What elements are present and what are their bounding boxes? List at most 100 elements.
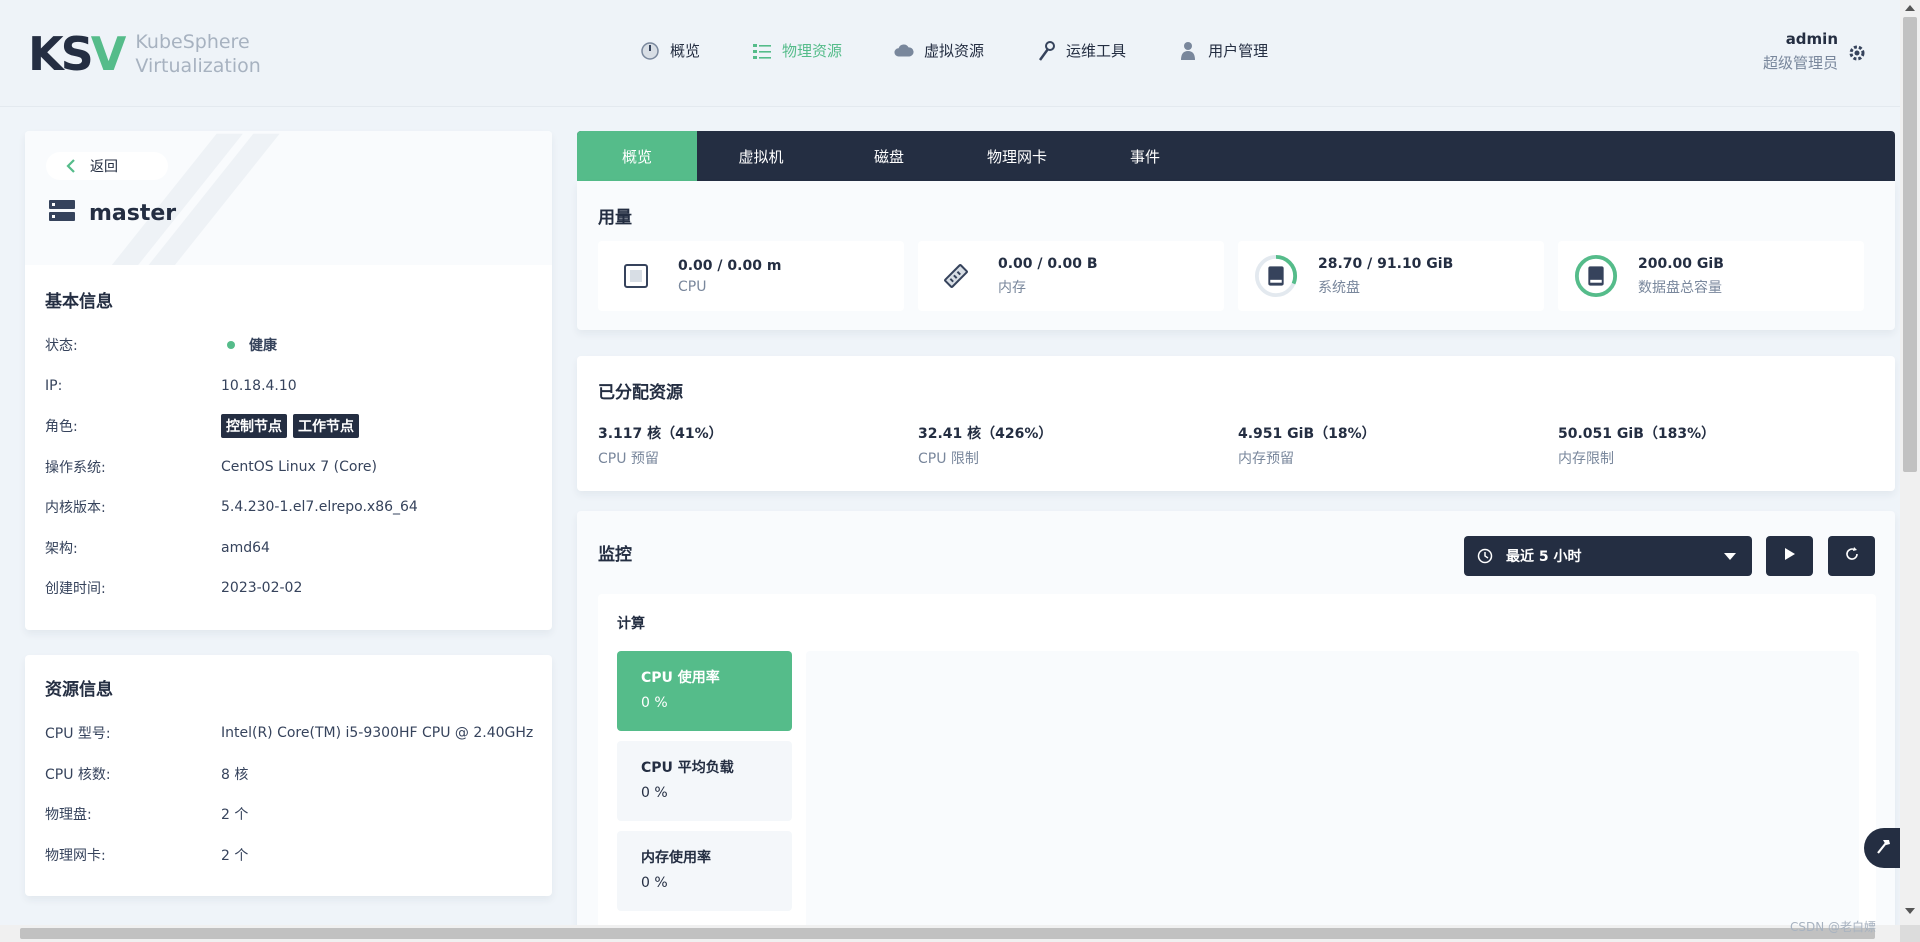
info-row-cpu-cores: CPU 核数: 8 核 xyxy=(45,754,533,795)
dashboard-icon xyxy=(640,41,660,61)
tab-events[interactable]: 事件 xyxy=(1081,131,1209,181)
metric-memory-usage[interactable]: 内存使用率 0 % xyxy=(617,831,792,911)
created-label: 创建时间: xyxy=(45,581,106,598)
usage-value-data-disk: 200.00 GiB xyxy=(1638,255,1724,272)
info-row-nics: 物理网卡: 2 个 xyxy=(45,835,533,876)
info-row-created: 创建时间: 2023-02-02 xyxy=(45,568,418,609)
tab-nics[interactable]: 物理网卡 xyxy=(953,131,1081,181)
tab-disks[interactable]: 磁盘 xyxy=(825,131,953,181)
metric-title-memory-usage: 内存使用率 xyxy=(641,850,711,866)
host-hero: ⁄⁄ 返回 master xyxy=(25,131,552,265)
metric-value-cpu-usage: 0 % xyxy=(641,695,668,711)
metric-value-memory-usage: 0 % xyxy=(641,875,668,891)
play-icon xyxy=(1784,547,1796,565)
usage-item-memory: 0.00 / 0.00 B 内存 xyxy=(918,241,1224,311)
clock-icon xyxy=(1476,547,1494,565)
chevron-left-icon xyxy=(60,155,82,177)
background-watermark: ⁄⁄ xyxy=(145,131,219,265)
nav-item-ops-tools[interactable]: 运维工具 xyxy=(1036,40,1126,61)
top-header: KSV KubeSphere Virtualization 概览 物理资源 虚拟… xyxy=(0,0,1900,107)
wrench-icon xyxy=(1036,40,1056,61)
back-button[interactable]: 返回 xyxy=(46,152,168,180)
list-icon xyxy=(752,41,772,61)
status-dot xyxy=(227,341,235,350)
horizontal-scroll-thumb[interactable] xyxy=(20,928,1875,939)
status-value: 健康 xyxy=(249,338,277,355)
refresh-icon xyxy=(1844,546,1860,566)
refresh-button[interactable] xyxy=(1828,536,1875,576)
usage-label-data-disk: 数据盘总容量 xyxy=(1638,279,1722,296)
basic-info-title: 基本信息 xyxy=(45,292,113,312)
user-name: admin xyxy=(1785,30,1838,48)
play-button[interactable] xyxy=(1766,536,1813,576)
vertical-scrollbar[interactable] xyxy=(1900,0,1920,925)
alloc-value-memory-request: 4.951 GiB（18%） xyxy=(1238,426,1376,442)
alloc-item-cpu-request: 3.117 核（41%） CPU 预留 xyxy=(598,423,918,468)
nav-item-overview[interactable]: 概览 xyxy=(640,40,700,61)
vertical-scroll-thumb[interactable] xyxy=(1903,17,1917,472)
tab-vms[interactable]: 虚拟机 xyxy=(697,131,825,181)
logo[interactable]: KSV KubeSphere Virtualization xyxy=(28,30,261,78)
cloud-icon xyxy=(894,41,914,61)
info-row-arch: 架构: amd64 xyxy=(45,528,418,569)
cpu-cores-value: 8 核 xyxy=(221,766,249,783)
logo-mark: KSV xyxy=(28,27,126,81)
ip-value: 10.18.4.10 xyxy=(221,377,297,394)
metric-cpu-load[interactable]: CPU 平均负载 0 % xyxy=(617,741,792,821)
usage-card: 用量 0.00 / 0.00 m CPU 0.00 / 0.00 B 内存 28… xyxy=(577,181,1895,330)
nav-item-user-management[interactable]: 用户管理 xyxy=(1178,40,1268,61)
gear-icon[interactable] xyxy=(1846,42,1868,64)
back-label: 返回 xyxy=(90,159,118,175)
info-row-ip: IP: 10.18.4.10 xyxy=(45,366,418,407)
alloc-value-memory-limit: 50.051 GiB（183%） xyxy=(1558,426,1716,442)
tab-overview[interactable]: 概览 xyxy=(577,131,697,181)
scroll-down-arrow[interactable] xyxy=(1905,908,1915,914)
disks-value: 2 个 xyxy=(221,807,249,824)
alloc-label-cpu-limit: CPU 限制 xyxy=(918,451,979,467)
server-icon xyxy=(49,199,75,227)
horizontal-scrollbar[interactable] xyxy=(0,925,1900,942)
data-disk-gauge-icon xyxy=(1574,254,1618,298)
nav-item-physical-resources[interactable]: 物理资源 xyxy=(752,40,842,61)
time-range-select[interactable]: 最近 5 小时 xyxy=(1464,536,1752,576)
metric-cpu-usage[interactable]: CPU 使用率 0 % xyxy=(617,651,792,731)
nav-label-overview: 概览 xyxy=(670,42,701,60)
allocated-card: 已分配资源 3.117 核（41%） CPU 预留 32.41 核（426%） … xyxy=(577,356,1895,491)
host-title: master xyxy=(49,199,176,227)
alloc-value-cpu-limit: 32.41 核（426%） xyxy=(918,426,1053,442)
usage-item-data-disk: 200.00 GiB 数据盘总容量 xyxy=(1558,241,1864,311)
usage-item-system-disk: 28.70 / 91.10 GiB 系统盘 xyxy=(1238,241,1544,311)
scroll-up-arrow[interactable] xyxy=(1905,5,1915,11)
cpu-icon xyxy=(614,254,658,298)
usage-title: 用量 xyxy=(598,208,632,228)
cpu-model-label: CPU 型号: xyxy=(45,726,111,743)
usage-value-system-disk: 28.70 / 91.10 GiB xyxy=(1318,255,1454,272)
toolbox-button[interactable] xyxy=(1864,828,1904,868)
info-row-role: 角色: 控制节点 工作节点 xyxy=(45,406,418,447)
alloc-item-memory-limit: 50.051 GiB（183%） 内存限制 xyxy=(1558,423,1878,468)
info-row-cpu-model: CPU 型号: Intel(R) Core(TM) i5-9300HF CPU … xyxy=(45,713,533,754)
section-compute-title: 计算 xyxy=(617,616,645,632)
metric-title-cpu-load: CPU 平均负载 xyxy=(641,760,734,776)
monitoring-chart-area xyxy=(806,651,1859,931)
nav-item-virtual-resources[interactable]: 虚拟资源 xyxy=(894,40,984,61)
info-row-os: 操作系统: CentOS Linux 7 (Core) xyxy=(45,447,418,488)
alloc-label-memory-limit: 内存限制 xyxy=(1558,451,1614,467)
monitoring-card: 监控 最近 5 小时 计算 CPU 使用率 0 % CPU 平均负载 0 % 内… xyxy=(577,511,1895,931)
csdn-watermark: CSDN @老白嫖 xyxy=(1789,920,1876,934)
usage-item-cpu: 0.00 / 0.00 m CPU xyxy=(598,241,904,311)
nics-value: 2 个 xyxy=(221,847,249,864)
info-row-disks: 物理盘: 2 个 xyxy=(45,794,533,835)
nav-label-virtual-resources: 虚拟资源 xyxy=(924,42,985,60)
host-name: master xyxy=(89,200,177,226)
system-disk-gauge-icon xyxy=(1254,254,1298,298)
role-tag-worker: 工作节点 xyxy=(293,414,359,439)
user-role: 超级管理员 xyxy=(1762,54,1838,72)
kernel-value: 5.4.230-1.el7.elrepo.x86_64 xyxy=(221,499,418,516)
user-info[interactable]: admin 超级管理员 xyxy=(1763,30,1838,73)
monitoring-panel: 计算 CPU 使用率 0 % CPU 平均负载 0 % 内存使用率 0 % xyxy=(598,594,1876,931)
memory-icon xyxy=(934,254,978,298)
alloc-label-memory-request: 内存预留 xyxy=(1238,451,1294,467)
nav-label-physical-resources: 物理资源 xyxy=(782,42,843,60)
monitoring-title: 监控 xyxy=(598,545,632,565)
